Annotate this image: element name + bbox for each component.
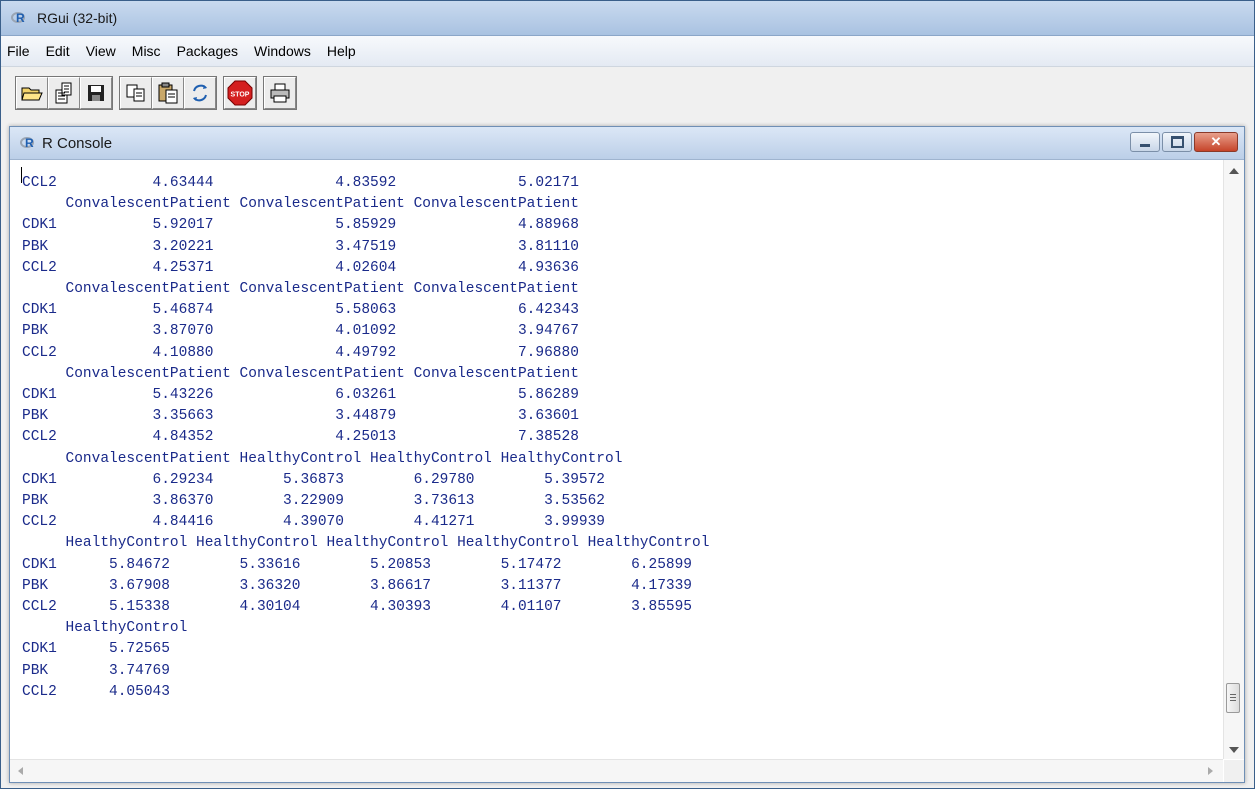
console-line: PBK 3.67908 3.36320 3.86617 3.11377 4.17…: [22, 577, 693, 594]
console-line: CDK1 5.46874 5.58063 6.42343: [22, 302, 579, 319]
console-line: ConvalescentPatient ConvalescentPatient …: [22, 365, 579, 382]
printer-icon: [270, 83, 290, 103]
open-script-button[interactable]: [16, 77, 48, 109]
resize-grip[interactable]: [1224, 760, 1244, 782]
save-disk-icon: [88, 85, 104, 101]
copy-button[interactable]: [120, 77, 152, 109]
scroll-thumb[interactable]: [1226, 683, 1240, 713]
paste-clipboard-icon: [158, 82, 178, 104]
stop-button[interactable]: STOP: [224, 77, 256, 109]
r-logo-icon: R: [20, 136, 38, 150]
minimize-button[interactable]: [1130, 132, 1160, 152]
console-line: PBK 3.74769: [22, 662, 170, 679]
open-folder-icon: [21, 87, 43, 101]
console-line: PBK 3.35663 3.44879 3.63601: [22, 408, 579, 425]
console-line: HealthyControl HealthyControl HealthyCon…: [22, 535, 710, 552]
maximize-icon: [1170, 136, 1184, 148]
menu-windows[interactable]: Windows: [246, 36, 319, 66]
stop-label: STOP: [231, 92, 250, 99]
console-line: CCL2 5.15338 4.30104 4.30393 4.01107 3.8…: [22, 599, 693, 616]
menu-file[interactable]: File: [1, 36, 38, 66]
menu-view[interactable]: View: [78, 36, 124, 66]
refresh-icon: [193, 84, 207, 102]
r-console-window: R R Console ✕ CCL2 4.63444 4.83592 5.021…: [9, 126, 1245, 783]
console-line: ConvalescentPatient ConvalescentPatient …: [22, 196, 579, 213]
close-button[interactable]: ✕: [1194, 132, 1238, 152]
load-workspace-button[interactable]: [48, 77, 80, 109]
console-line: HealthyControl: [22, 620, 188, 637]
menu-edit[interactable]: Edit: [38, 36, 78, 66]
menu-packages[interactable]: Packages: [169, 36, 246, 66]
app-title-bar[interactable]: R RGui (32-bit): [1, 1, 1254, 36]
console-line: PBK 3.20221 3.47519 3.81110: [22, 238, 579, 255]
minimize-icon: [1140, 143, 1150, 147]
console-line: PBK 3.86370 3.22909 3.73613 3.53562: [22, 493, 605, 510]
console-title-bar[interactable]: R R Console ✕: [10, 127, 1244, 160]
toolbar: STOP: [1, 67, 1254, 119]
scroll-up-arrow-icon[interactable]: [1229, 168, 1239, 174]
console-line: CCL2 4.84416 4.39070 4.41271 3.99939: [22, 514, 605, 531]
load-workspace-icon: [55, 82, 72, 104]
paste-button[interactable]: [152, 77, 184, 109]
save-workspace-button[interactable]: [80, 77, 112, 109]
console-title: R Console: [42, 134, 113, 152]
console-line: CDK1 5.84672 5.33616 5.20853 5.17472 6.2…: [22, 556, 693, 573]
console-line: CDK1 5.72565: [22, 641, 170, 658]
scroll-left-arrow-icon[interactable]: [18, 767, 23, 775]
console-line: CDK1 5.43226 6.03261 5.86289: [22, 387, 579, 404]
console-line: ConvalescentPatient ConvalescentPatient …: [22, 281, 579, 298]
print-button[interactable]: [264, 77, 296, 109]
scroll-right-arrow-icon[interactable]: [1208, 767, 1213, 775]
console-line: CDK1 5.92017 5.85929 4.88968: [22, 217, 579, 234]
menu-bar: File Edit View Misc Packages Windows Hel…: [1, 36, 1254, 67]
maximize-button[interactable]: [1162, 132, 1192, 152]
console-line: ConvalescentPatient HealthyControl Healt…: [22, 450, 623, 467]
console-line: CDK1 6.29234 5.36873 6.29780 5.39572: [22, 471, 605, 488]
app-title: RGui (32-bit): [37, 10, 118, 26]
rgui-window: R RGui (32-bit) File Edit View Misc Pack…: [0, 0, 1255, 789]
console-line: CCL2 4.63444 4.83592 5.02171: [22, 175, 579, 191]
r-logo-icon: R: [11, 11, 29, 25]
close-icon: ✕: [1210, 134, 1222, 149]
scroll-down-arrow-icon[interactable]: [1229, 747, 1239, 753]
copy-icon: [126, 84, 145, 102]
console-line: PBK 3.87070 4.01092 3.94767: [22, 323, 579, 340]
console-output-area[interactable]: CCL2 4.63444 4.83592 5.02171 Convalescen…: [10, 160, 1223, 759]
console-line: CCL2 4.05043: [22, 683, 170, 700]
menu-misc[interactable]: Misc: [124, 36, 169, 66]
console-line: CCL2 4.84352 4.25013 7.38528: [22, 429, 579, 446]
console-output: CCL2 4.63444 4.83592 5.02171 Convalescen…: [22, 173, 709, 703]
console-line: CCL2 4.10880 4.49792 7.96880: [22, 344, 579, 361]
horizontal-scrollbar[interactable]: [10, 759, 1223, 782]
console-line: CCL2 4.25371 4.02604 4.93636: [22, 259, 579, 276]
stop-icon: STOP: [227, 80, 253, 106]
copy-and-paste-button[interactable]: [184, 77, 216, 109]
menu-help[interactable]: Help: [319, 36, 364, 66]
vertical-scrollbar[interactable]: [1223, 160, 1244, 759]
